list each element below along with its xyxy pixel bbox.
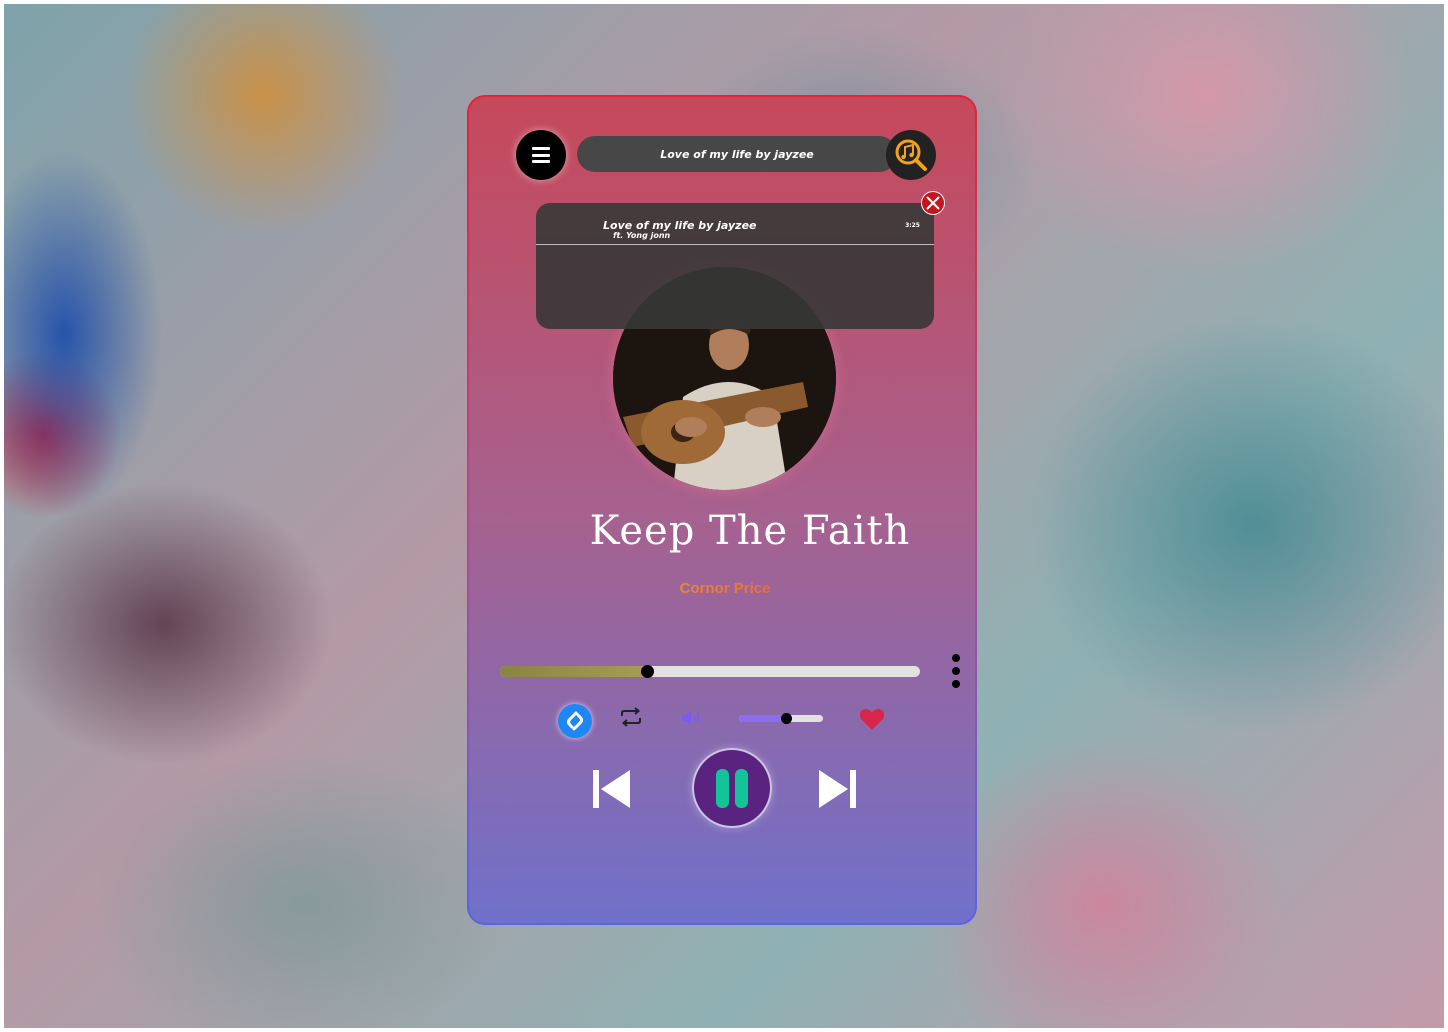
result-duration: 3:25 xyxy=(905,222,920,229)
progress-fill xyxy=(500,666,647,677)
previous-button[interactable] xyxy=(592,768,632,814)
search-input[interactable]: Love of my life by jayzee xyxy=(577,136,897,172)
music-search-button[interactable] xyxy=(886,130,936,180)
menu-button[interactable] xyxy=(516,130,566,180)
search-input-value: Love of my life by jayzee xyxy=(660,147,814,161)
progress-handle[interactable] xyxy=(641,665,654,678)
shazam-icon xyxy=(567,711,583,731)
volume-button[interactable] xyxy=(681,710,703,730)
more-options-button[interactable] xyxy=(950,654,962,688)
volume-slider[interactable] xyxy=(739,713,823,724)
skip-next-icon xyxy=(819,770,856,808)
skip-previous-icon xyxy=(593,770,630,808)
like-button[interactable] xyxy=(859,707,885,735)
more-vertical-icon xyxy=(952,654,960,662)
artist-name: Cornor Price xyxy=(600,580,850,597)
repeat-button[interactable] xyxy=(619,706,643,732)
next-button[interactable] xyxy=(817,768,857,814)
divider xyxy=(536,244,934,245)
volume-icon xyxy=(682,711,700,725)
repeat-icon xyxy=(621,707,641,727)
music-search-icon xyxy=(895,139,927,171)
song-title: Keep The Faith xyxy=(589,508,911,554)
shazam-button[interactable] xyxy=(558,704,592,738)
pause-button[interactable] xyxy=(694,750,770,826)
close-icon xyxy=(926,196,940,210)
result-subtitle: ft. Yong jonn xyxy=(613,231,671,240)
close-dropdown-button[interactable] xyxy=(921,191,945,215)
heart-icon xyxy=(859,708,885,730)
volume-fill xyxy=(739,715,787,722)
progress-slider[interactable] xyxy=(500,665,920,678)
menu-icon xyxy=(532,147,550,163)
search-results-dropdown: Love of my life by jayzee ft. Yong jonn … xyxy=(536,203,934,329)
volume-handle[interactable] xyxy=(781,713,793,724)
